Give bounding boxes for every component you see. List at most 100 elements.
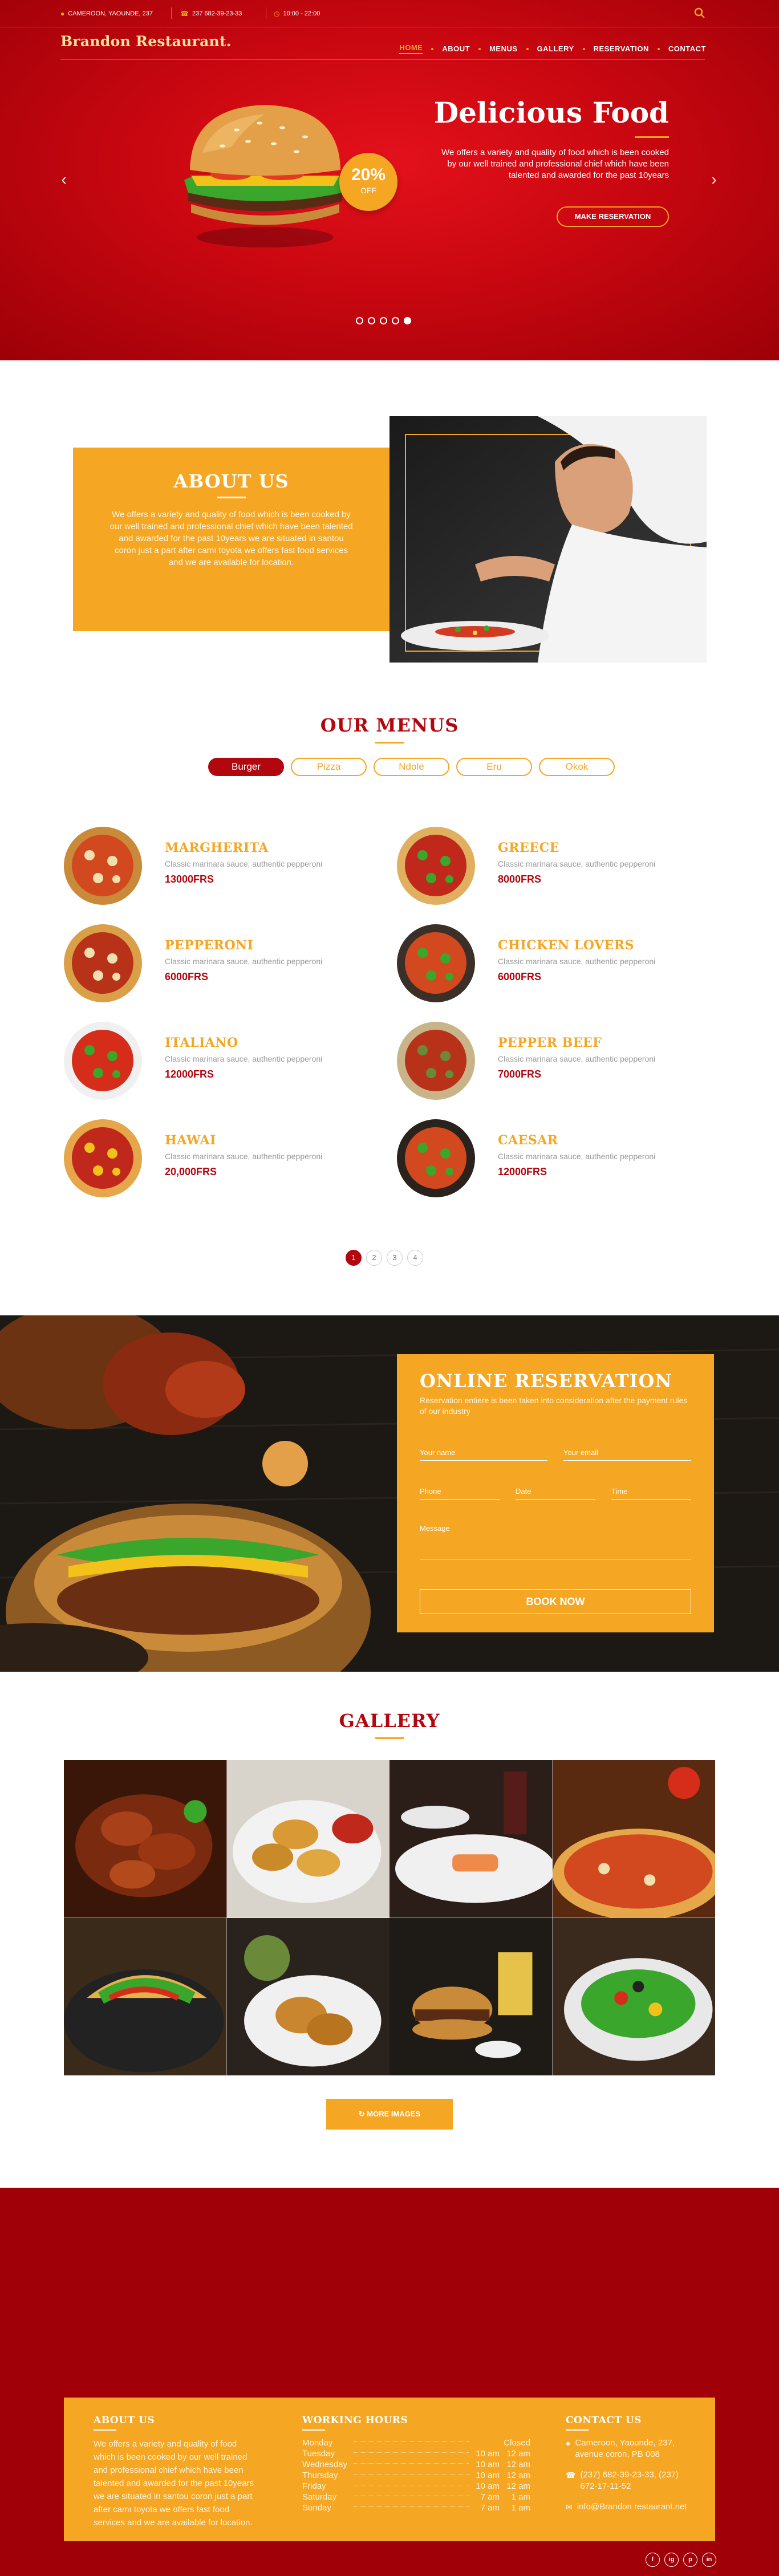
contact-email[interactable]: ✉ info@Brandon restaurant.net [566,2501,691,2513]
menu-item-desc: Classic marinara sauce, authentic pepper… [165,957,323,966]
slider-dot[interactable] [392,317,399,324]
menu-item[interactable]: MARGHERITA Classic marinara sauce, authen… [64,827,383,907]
brand-logo[interactable]: Brandon Restaurant. [60,33,232,50]
nav-separator [478,47,481,50]
menu-item[interactable]: CHICKEN LOVERS Classic marinara sauce, au… [397,924,716,1004]
menu-item[interactable]: CAESAR Classic marinara sauce, authentic … [397,1119,716,1199]
nav-gallery[interactable]: GALLERY [537,44,574,53]
tab-ndole[interactable]: Ndole [374,758,449,776]
phone-info: ☎ 237 682-39-23-33 [180,10,242,18]
menu-item[interactable]: GREECE Classic marinara sauce, authentic … [397,827,716,907]
menu-tabs: Burger Pizza Ndole Eru Okok [208,758,615,776]
menu-item-desc: Classic marinara sauce, authentic pepper… [165,1152,323,1161]
facebook-icon[interactable]: f [646,2553,660,2567]
slider-dot[interactable] [356,317,363,324]
gallery-underline [375,1737,404,1739]
gallery-image-fried-chicken[interactable] [226,1917,390,2075]
book-now-button[interactable]: BOOK NOW [420,1589,691,1614]
linkedin-icon[interactable]: in [702,2553,716,2567]
phone-field[interactable]: Phone [420,1487,500,1500]
menu-item[interactable]: HAWAI Classic marinara sauce, authentic p… [64,1119,383,1199]
nav-separator [657,47,660,50]
tab-pizza[interactable]: Pizza [291,758,367,776]
address-info: ● CAMEROON, YAOUNDE, 237 [60,10,153,18]
search-icon[interactable] [693,7,706,19]
slider-dot[interactable] [380,317,387,324]
title-underline [635,136,669,138]
menu-item-image [64,827,142,905]
menu-item-image [397,1119,475,1197]
hours-close: 12 am [506,2471,530,2480]
menu-item-name: CAESAR [498,1133,558,1148]
tab-burger[interactable]: Burger [208,758,284,776]
phone-icon: ☎ [566,2471,576,2480]
gallery-image-tacos[interactable] [64,1917,227,2075]
menu-pagination: 1 2 3 4 [346,1250,423,1266]
nav-reservation[interactable]: RESERVATION [594,44,649,53]
reservation-form: ONLINE RESERVATION Reservation entiere i… [397,1354,714,1632]
tab-eru[interactable]: Eru [456,758,532,776]
nav-separator [582,47,585,50]
name-field[interactable]: Your name [420,1448,547,1461]
social-links: f ig p in [646,2553,716,2567]
slider-dot[interactable] [368,317,375,324]
page-button[interactable]: 2 [366,1250,382,1266]
about-underline [217,497,246,498]
nav-menus[interactable]: MENUS [489,44,517,53]
menu-item-price: 12000FRS [498,1166,547,1177]
message-field[interactable]: Message [420,1524,691,1559]
hours-close: 1 am [511,2492,530,2502]
email-field[interactable]: Your email [563,1448,691,1461]
hours-close: 12 am [506,2449,530,2459]
page-button[interactable]: 1 [346,1250,362,1266]
hours-info: ◷ 10:00 - 22:00 [274,10,320,18]
header-divider [60,59,705,60]
menu-item[interactable]: ITALIANO Classic marinara sauce, authenti… [64,1022,383,1102]
discount-off-label: OFF [360,186,376,195]
hours-row: Sunday 7 am 1 am [302,2502,530,2513]
menu-item-name: CHICKEN LOVERS [498,938,635,953]
pinterest-icon[interactable]: p [683,2553,697,2567]
menu-item-price: 6000FRS [498,971,542,982]
hours-open: 10 am [476,2460,500,2469]
menus-title: OUR MENUS [320,714,459,736]
hours-day: Saturday [302,2492,337,2502]
nav-about[interactable]: ABOUT [442,44,470,53]
slider-dot-active[interactable] [404,317,411,324]
hours-day: Sunday [302,2503,331,2513]
phone-text: (237) 682-39-23-33, (237) 672-17-11-52 [580,2470,679,2491]
time-field[interactable]: Time [611,1487,691,1500]
menu-item-desc: Classic marinara sauce, authentic pepper… [498,1152,656,1161]
make-reservation-button[interactable]: MAKE RESERVATION [557,206,669,227]
date-field[interactable]: Date [516,1487,595,1500]
prev-slide-arrow-icon[interactable]: ‹ [58,171,70,188]
hours-row: Friday 10 am 12 am [302,2481,530,2492]
gallery-image-salad[interactable] [552,1917,715,2075]
menu-item-name: GREECE [498,840,559,855]
gallery-image-wings[interactable] [64,1760,227,1918]
contact-title: CONTACT US [566,2415,642,2431]
nav-home[interactable]: HOME [399,43,423,54]
gallery-image-pizza[interactable] [552,1760,715,1918]
tab-okok[interactable]: Okok [539,758,615,776]
more-images-button[interactable]: ↻ MORE IMAGES [326,2099,453,2130]
menu-item[interactable]: PEPPER BEEF Classic marinara sauce, authe… [397,1022,716,1102]
instagram-icon[interactable]: ig [664,2553,679,2567]
hours-leader [354,2463,469,2464]
next-slide-arrow-icon[interactable]: › [708,171,720,188]
hours-day: Monday [302,2438,333,2448]
page-button[interactable]: 4 [407,1250,423,1266]
gallery-image-nuggets[interactable] [226,1760,390,1918]
gallery-image-salmon[interactable] [390,1760,553,1918]
hours-row: Saturday 7 am 1 am [302,2492,530,2502]
gallery-grid [64,1760,715,2075]
page-button[interactable]: 3 [387,1250,403,1266]
menu-item-desc: Classic marinara sauce, authentic pepper… [498,859,656,868]
hours-row: Monday Closed [302,2437,530,2448]
clock-icon: ◷ [274,10,280,18]
menu-item[interactable]: PEPPERONI Classic marinara sauce, authent… [64,924,383,1004]
hours-leader [354,2441,469,2442]
gallery-image-burger[interactable] [390,1917,553,2075]
nav-contact[interactable]: CONTACT [668,44,706,53]
phone-icon: ☎ [180,10,189,18]
